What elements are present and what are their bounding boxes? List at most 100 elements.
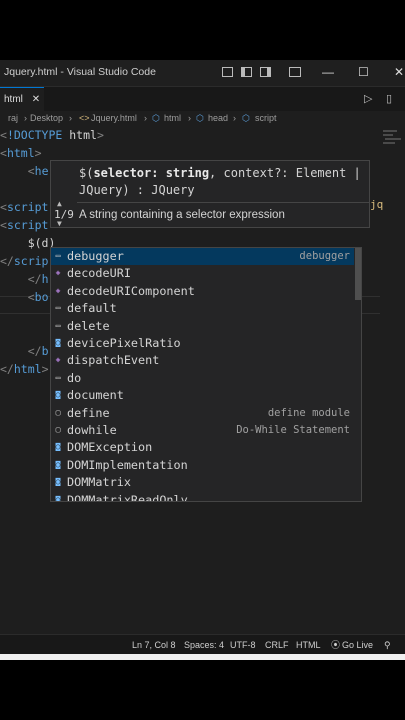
breadcrumb-separator: › [69,113,72,123]
suggestion-item[interactable]: ▢ dowhile Do-While Statement [51,422,354,439]
chevron-down-icon[interactable]: ▼ [57,219,62,228]
code-token: he [34,164,49,178]
breadcrumb-separator: › [144,113,147,123]
code-token: b [41,344,49,358]
suggestion-label: dispatchEvent [67,353,160,368]
code-token: script [6,200,49,214]
suggestion-item[interactable]: ◈ dispatchEvent [51,352,354,369]
suggestion-item[interactable]: ▭ debugger debugger [51,248,354,266]
minimize-icon[interactable]: — [322,65,334,79]
breadcrumb-item-script[interactable]: script [255,113,277,123]
hint-divider [77,202,369,203]
title-bar: Jquery.html - Visual Studio Code — ☐ ✕ [0,60,405,87]
tab-jquery-html[interactable]: html ✕ [0,87,45,112]
breadcrumb-item-head[interactable]: head [208,113,228,123]
code-token: html [6,146,35,160]
layout-toggle-icon[interactable] [222,67,233,77]
code-token: bo [34,290,49,304]
maximize-icon[interactable]: ☐ [358,65,369,79]
suggestion-widget[interactable]: ▭ debugger debugger ◈ decodeURI ◈ decodeURICom… [50,247,362,502]
suggestion-detail: define module [267,406,350,419]
suggestion-item[interactable]: ▭ do [51,370,354,387]
taskbar-strip [0,654,405,660]
code-token: script [6,218,49,232]
suggestion-item[interactable]: ◙ devicePixelRatio [51,335,354,352]
customize-layout-icon[interactable] [289,67,301,77]
suggestion-label: define [67,405,110,420]
code-token: </ [27,344,42,358]
overflow-code-text: jq [370,198,384,211]
code-line: <script [0,216,48,234]
status-bar: Ln 7, Col 8 Spaces: 4 UTF-8 CRLF HTML ⦿ … [0,634,405,655]
code-token: < [0,200,7,214]
code-token: </ [27,272,42,286]
minimap[interactable] [381,128,405,208]
code-line: </scrip [0,252,48,270]
suggestion-item[interactable]: ▭ delete [51,318,354,335]
suggestion-label: devicePixelRatio [67,336,181,350]
cursor-position[interactable]: Ln 7, Col 8 [132,635,176,655]
breadcrumb-item-desktop[interactable]: Desktop [30,113,63,123]
element-icon: ⬡ [152,113,160,123]
close-tab-icon[interactable]: ✕ [32,94,40,105]
suggestion-item[interactable]: ◙ DOMImplementation [51,457,354,474]
code-token: $(d) [0,236,56,250]
code-token: </ [0,254,14,268]
code-line: </b [0,342,49,360]
method-icon: ◈ [55,285,61,295]
suggestion-item[interactable]: ◈ decodeURI [51,265,354,282]
code-token: html [62,128,97,142]
close-icon[interactable]: ✕ [394,65,404,79]
suggestion-item[interactable]: ◙ DOMMatrixReadOnly [51,492,354,501]
encoding[interactable]: UTF-8 [230,635,256,655]
suggestion-item[interactable]: ▢ define define module [51,405,354,422]
code-token: </ [0,362,14,376]
panel-toggle-icon[interactable] [260,67,271,77]
signature-text: $(selector: string, context?: Element | … [79,166,368,197]
breadcrumb-item-raj[interactable]: raj [8,113,18,123]
code-token: < [27,164,35,178]
code-line: <bo [0,288,49,306]
suggestion-item[interactable]: ◙ document [51,387,354,404]
suggestion-item[interactable]: ◙ DOMMatrix [51,474,354,491]
signature-doc: A string containing a selector expressio… [79,209,285,221]
code-line: <script [0,198,48,216]
chevron-up-icon[interactable]: ▲ [57,199,62,208]
code-token: scrip [13,254,49,268]
code-line: <html> [0,144,42,162]
breadcrumb-separator: › [24,113,27,123]
suggestion-label: delete [67,318,110,333]
run-icon[interactable]: ▷ [364,92,372,105]
sidebar-toggle-icon[interactable] [241,67,252,77]
window-title: Jquery.html - Visual Studio Code [4,66,156,78]
split-editor-icon[interactable]: ▯ [386,92,392,105]
tab-label: html [4,94,23,105]
go-live-icon: ⦿ [331,640,341,650]
breadcrumb-separator: › [188,113,191,123]
code-token: > [96,128,104,142]
keyword-icon: ▭ [55,320,61,330]
code-token: < [27,290,35,304]
indentation[interactable]: Spaces: 4 [184,635,224,655]
code-line: $(d) [0,234,56,252]
go-live-button[interactable]: Go Live [342,635,373,655]
suggestion-item[interactable]: ▭ default [51,300,354,317]
code-token: !DOCTYPE [6,128,63,142]
breadcrumb-item-file[interactable]: Jquery.html [91,113,137,123]
line-ending[interactable]: CRLF [265,635,289,655]
suggestion-item[interactable]: ◙ DOMException [51,439,354,456]
suggestion-item[interactable]: ◈ decodeURIComponent [51,283,354,300]
variable-icon: ◙ [55,390,61,400]
code-line: </html> [0,360,49,378]
notifications-icon[interactable]: ⚲ [384,635,391,655]
breadcrumb-item-html[interactable]: html [164,113,181,123]
suggestion-scrollbar[interactable] [355,248,361,300]
language-mode[interactable]: HTML [296,635,321,655]
code-token: < [0,146,7,160]
minimap-line [383,130,397,132]
minimap-line [383,142,395,144]
variable-icon: ◙ [55,459,61,469]
suggestion-label: debugger [67,249,124,263]
